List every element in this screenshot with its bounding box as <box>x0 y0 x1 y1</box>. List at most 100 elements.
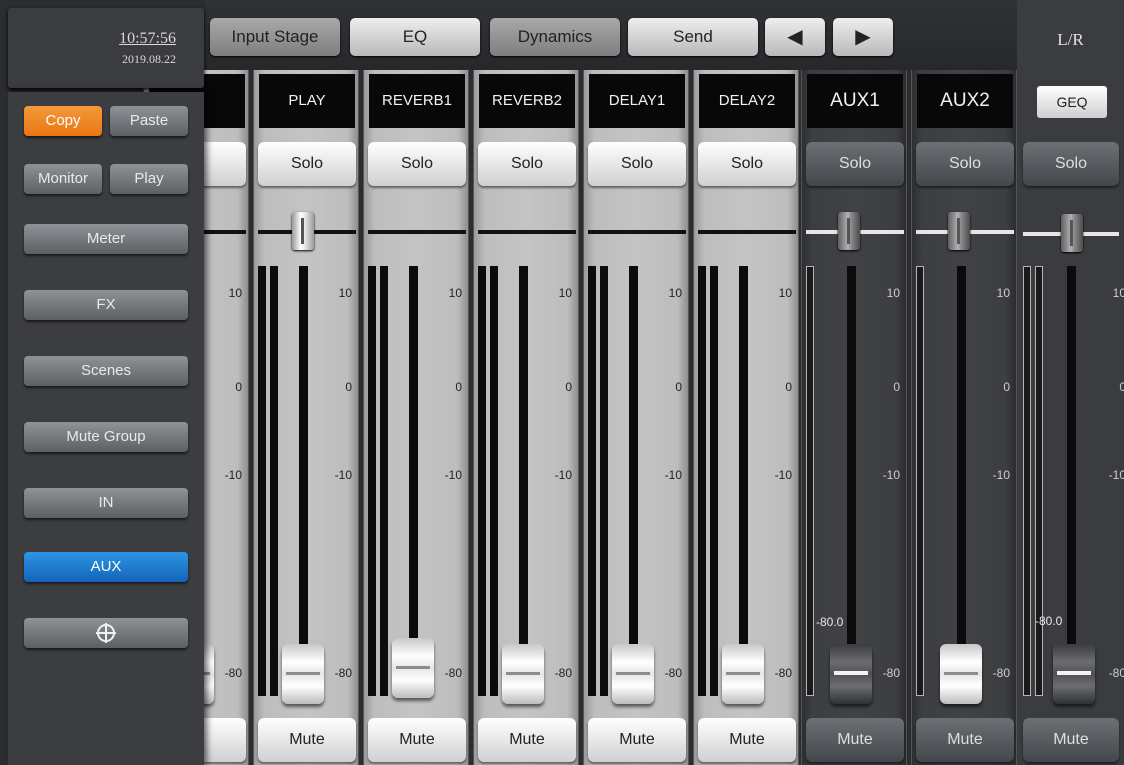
master-meter-left <box>1023 266 1031 696</box>
fader-handle[interactable] <box>392 638 434 698</box>
fader-handle[interactable] <box>940 644 982 704</box>
scale-label-0: 0 <box>893 380 900 394</box>
scale-label-minus80: -80 <box>992 666 1010 680</box>
master-solo-button[interactable]: Solo <box>1023 142 1119 186</box>
scale-label-10: 10 <box>886 286 900 300</box>
solo-button[interactable]: Solo <box>478 142 576 186</box>
scale-label-10: 10 <box>338 286 352 300</box>
scale-label-minus80: -80 <box>664 666 682 680</box>
solo-button[interactable]: Solo <box>588 142 686 186</box>
in-button[interactable]: IN <box>24 488 188 518</box>
top-tab-bar: Input Stage EQ Dynamics Send ◀ ▶ <box>205 0 1017 70</box>
mute-button[interactable]: Mute <box>916 718 1014 762</box>
mute-button[interactable]: Mute <box>806 718 904 762</box>
master-fader-handle[interactable] <box>1053 644 1095 704</box>
tab-send[interactable]: Send <box>628 18 758 56</box>
mute-button[interactable]: Mute <box>698 718 796 762</box>
mute-button[interactable]: Mute <box>258 718 356 762</box>
fader-track <box>299 266 308 654</box>
channel-name: REVERB2 <box>479 74 575 128</box>
scale-label-10: 10 <box>778 286 792 300</box>
solo-button[interactable]: Solo <box>368 142 466 186</box>
scenes-button[interactable]: Scenes <box>24 356 188 386</box>
fader-value: -80.0 <box>816 615 844 629</box>
level-meter-right <box>270 266 278 696</box>
clock-panel: 10:57:56 2019.08.22 <box>8 8 204 88</box>
channel-strip: AUX1 Solo 10 0 -10 -80 -80.0 Mute <box>801 70 907 765</box>
scale-label-minus80: -80 <box>444 666 462 680</box>
scale-label-0: 0 <box>565 380 572 394</box>
scale-label-minus80: -80 <box>334 666 352 680</box>
channel-name: PLAY <box>259 74 355 128</box>
mute-button[interactable]: Mute <box>588 718 686 762</box>
master-fader-track <box>1067 266 1076 654</box>
level-meter-left <box>258 266 266 696</box>
channel-strip: AUX2 Solo 10 0 -10 -80 Mute <box>911 70 1017 765</box>
master-mute-button[interactable]: Mute <box>1023 718 1119 762</box>
master-scale-minus10: -10 <box>1108 468 1124 482</box>
fader-handle[interactable] <box>502 644 544 704</box>
scale-label-minus80: -80 <box>882 666 900 680</box>
pan-knob[interactable] <box>838 212 860 250</box>
level-meter-right <box>380 266 388 696</box>
crosshair-icon <box>96 623 116 644</box>
level-meter-left <box>698 266 706 696</box>
pan-track <box>478 230 576 234</box>
monitor-button[interactable]: Monitor <box>24 164 102 194</box>
clock-date: 2019.08.22 <box>122 52 176 66</box>
level-meter-left <box>368 266 376 696</box>
pan-track <box>588 230 686 234</box>
copy-button[interactable]: Copy <box>24 106 102 136</box>
fader-handle[interactable] <box>282 644 324 704</box>
fx-button[interactable]: FX <box>24 290 188 320</box>
paste-button[interactable]: Paste <box>110 106 188 136</box>
tab-input-stage[interactable]: Input Stage <box>210 18 340 56</box>
scale-label-10: 10 <box>448 286 462 300</box>
fader-handle[interactable] <box>612 644 654 704</box>
solo-button[interactable]: Solo <box>806 142 904 186</box>
master-pan-knob[interactable] <box>1061 214 1083 252</box>
fader-handle[interactable] <box>722 644 764 704</box>
tab-dynamics[interactable]: Dynamics <box>490 18 620 56</box>
next-arrow-button[interactable]: ▶ <box>833 18 893 56</box>
channel-name: REVERB1 <box>369 74 465 128</box>
settings-target-button[interactable] <box>24 618 188 648</box>
level-meter-left <box>588 266 596 696</box>
channel-strip: PLAY Solo 10 0 -10 -80 Mute <box>253 70 359 765</box>
solo-button[interactable]: Solo <box>258 142 356 186</box>
master-lr-column: L/R GEQ Solo 10 0 -10 -80 -80.0 Mute <box>1017 0 1124 765</box>
scale-label-10: 10 <box>558 286 572 300</box>
channel-strip: DELAY2 Solo 10 0 -10 -80 Mute <box>693 70 799 765</box>
channel-strip: REVERB1 Solo 10 0 -10 -80 Mute <box>363 70 469 765</box>
pan-knob[interactable] <box>948 212 970 250</box>
pan-knob[interactable] <box>292 212 314 250</box>
play-button[interactable]: Play <box>110 164 188 194</box>
fader-track <box>409 266 418 654</box>
tab-eq[interactable]: EQ <box>350 18 480 56</box>
scale-label-10: 10 <box>996 286 1010 300</box>
aux-button[interactable]: AUX <box>24 552 188 582</box>
scale-label-0: 0 <box>1003 380 1010 394</box>
channel-name: AUX1 <box>807 74 903 128</box>
fader-handle[interactable] <box>830 644 872 704</box>
solo-button[interactable]: Solo <box>916 142 1014 186</box>
scale-label-minus10: -10 <box>882 468 900 482</box>
master-label: L/R <box>1057 30 1084 49</box>
meter-button[interactable]: Meter <box>24 224 188 254</box>
scale-label-10: 10 <box>668 286 682 300</box>
mute-button[interactable]: Mute <box>478 718 576 762</box>
geq-button[interactable]: GEQ <box>1037 86 1107 118</box>
mute-group-button[interactable]: Mute Group <box>24 422 188 452</box>
mute-button[interactable]: Mute <box>368 718 466 762</box>
scale-label-0: 0 <box>675 380 682 394</box>
scale-label-minus10: -10 <box>224 468 242 482</box>
side-menu-panel: Copy Paste Monitor Play Meter FX Scenes … <box>8 92 204 765</box>
prev-arrow-button[interactable]: ◀ <box>765 18 825 56</box>
master-scale-10: 10 <box>1112 286 1124 300</box>
scale-label-minus10: -10 <box>664 468 682 482</box>
scale-label-0: 0 <box>785 380 792 394</box>
scale-label-0: 0 <box>455 380 462 394</box>
solo-button[interactable]: Solo <box>698 142 796 186</box>
level-meter <box>916 266 924 696</box>
level-meter <box>806 266 814 696</box>
